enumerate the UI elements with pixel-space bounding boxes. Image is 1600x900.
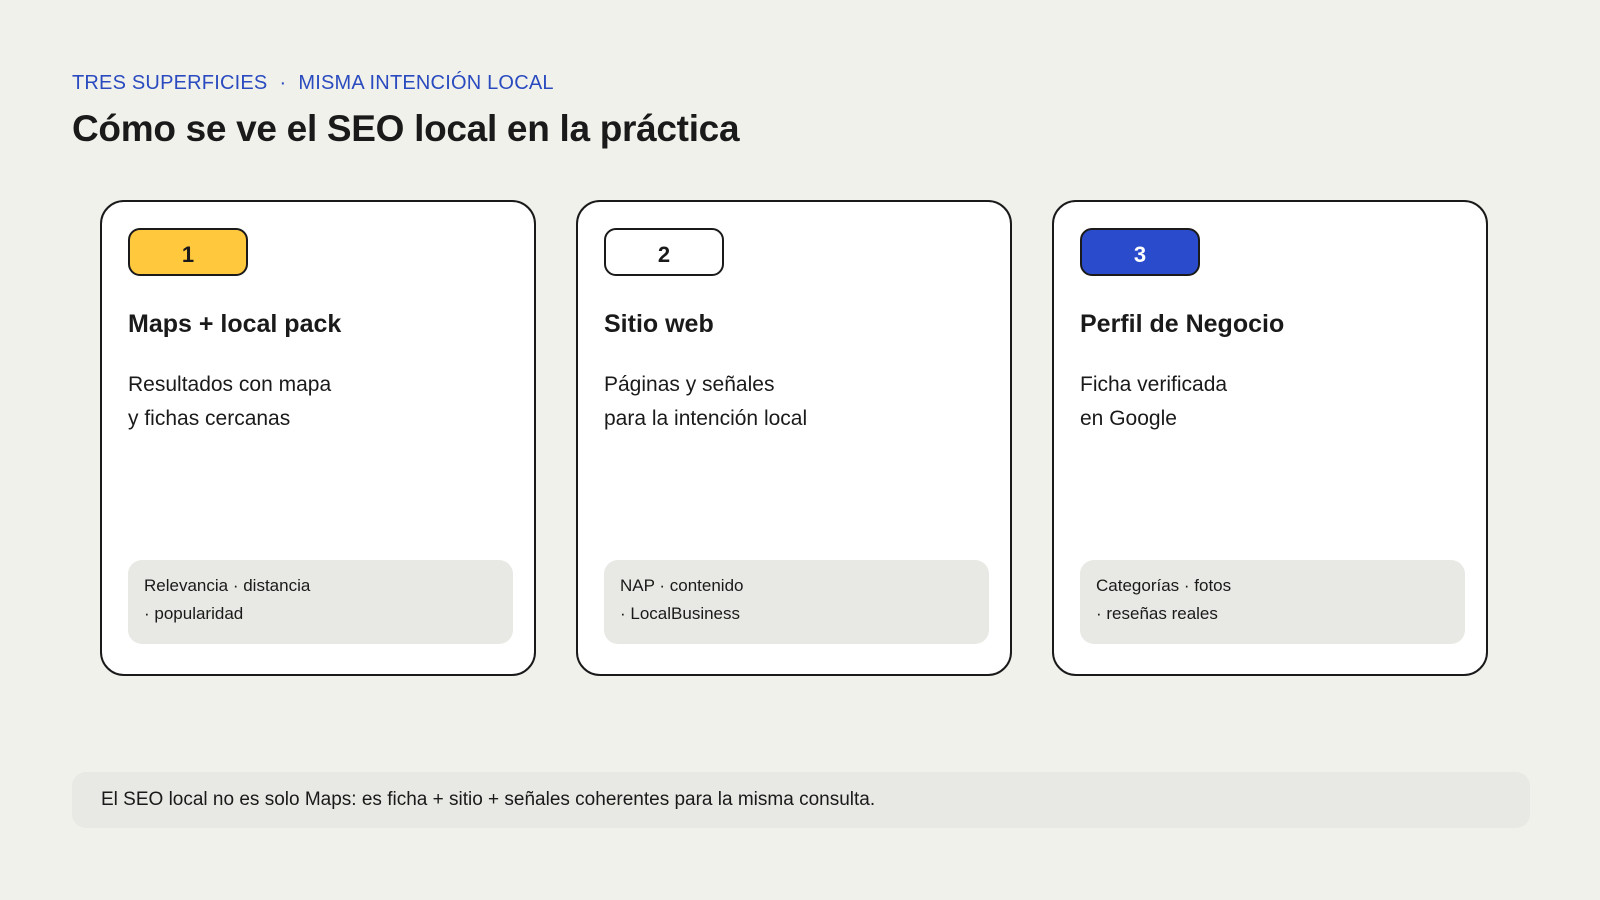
card-description-line: y fichas cercanas [128,407,291,430]
card-footer-line: · popularidad [144,604,244,623]
card-number-badge: 2 [604,228,724,276]
card-sitio-web: 2 Sitio web Páginas y señales para la in… [576,200,1012,676]
card-footer-line: · LocalBusiness [620,604,741,623]
summary-note: El SEO local no es solo Maps: es ficha +… [72,772,1530,828]
card-number-badge: 3 [1080,228,1200,276]
card-footer-line: Relevancia · distancia [144,576,311,595]
card-footer-tags: NAP · contenido · LocalBusiness [604,560,989,644]
eyebrow-separator: · [279,72,287,94]
card-description-line: Páginas y señales [604,373,775,396]
card-maps: 1 Maps + local pack Resultados con mapa … [100,200,536,676]
card-description: Ficha verificada en Google [1080,368,1227,436]
page-title: Cómo se ve el SEO local en la práctica [72,108,740,149]
card-footer-line: Categorías · fotos [1096,576,1232,595]
card-title: Sitio web [604,310,714,338]
eyebrow-right: MISMA INTENCIÓN LOCAL [298,72,554,94]
card-perfil-negocio: 3 Perfil de Negocio Ficha verificada en … [1052,200,1488,676]
card-description-line: Resultados con mapa [128,373,332,396]
summary-note-text: El SEO local no es solo Maps: es ficha +… [101,789,876,810]
card-footer-tags: Categorías · fotos · reseñas reales [1080,560,1465,644]
card-title: Maps + local pack [128,310,342,338]
card-description-line: en Google [1080,407,1177,430]
card-footer-line: NAP · contenido [620,576,744,595]
eyebrow-left: TRES SUPERFICIES [72,72,268,94]
card-title: Perfil de Negocio [1080,310,1285,338]
eyebrow: TRES SUPERFICIES · MISMA INTENCIÓN LOCAL [72,72,554,95]
cards-row: 1 Maps + local pack Resultados con mapa … [100,200,1488,676]
card-footer-line: · reseñas reales [1096,604,1218,623]
card-footer-tags: Relevancia · distancia · popularidad [128,560,513,644]
card-description-line: Ficha verificada [1080,373,1228,396]
card-description-line: para la intención local [604,407,808,430]
card-description: Resultados con mapa y fichas cercanas [128,368,331,436]
card-description: Páginas y señales para la intención loca… [604,368,807,436]
card-number-badge: 1 [128,228,248,276]
